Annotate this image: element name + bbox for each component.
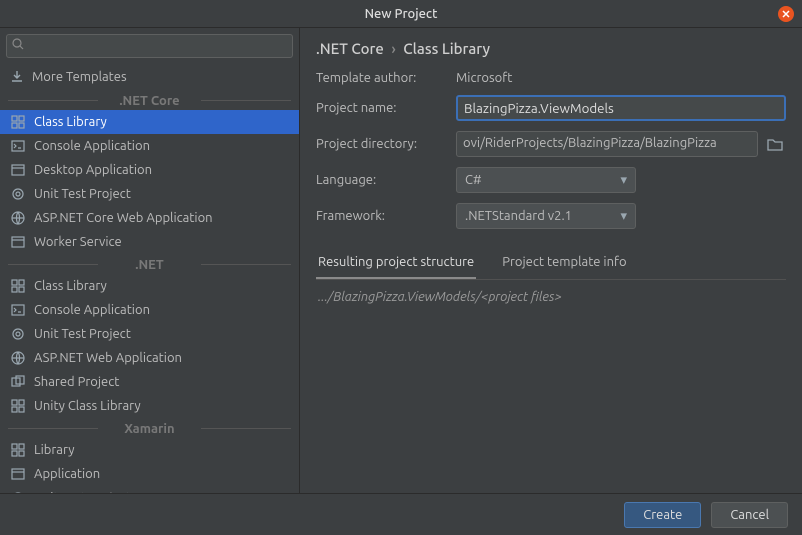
template-sidebar: More Templates .NET Core Class Library Con… xyxy=(0,28,300,493)
search-icon xyxy=(12,38,24,50)
sidebar-item-label: Console Application xyxy=(34,303,150,317)
sidebar-item-unit[interactable]: Unit Test Project xyxy=(0,182,299,206)
more-templates-link[interactable]: More Templates xyxy=(0,64,299,90)
sidebar-item-classlib[interactable]: Class Library xyxy=(0,110,299,134)
sidebar-item-label: Unit Test Project xyxy=(34,327,131,341)
target-icon xyxy=(10,490,26,493)
target-icon xyxy=(10,186,26,202)
sidebar-item-label: Unit Test Project xyxy=(34,491,131,493)
folder-icon[interactable] xyxy=(764,133,786,155)
sidebar-item-label: Unit Test Project xyxy=(34,187,131,201)
download-icon xyxy=(10,70,24,84)
more-templates-label: More Templates xyxy=(32,70,127,84)
section-header: .NET xyxy=(0,254,299,274)
project-name-label: Project name: xyxy=(316,101,456,115)
search-input[interactable] xyxy=(6,34,293,58)
sidebar-item-console2[interactable]: Console Application xyxy=(0,298,299,322)
globe-icon xyxy=(10,210,26,226)
project-dir-input[interactable]: ovi/RiderProjects/BlazingPizza/BlazingPi… xyxy=(456,131,758,157)
window-icon xyxy=(10,234,26,250)
globe-icon xyxy=(10,350,26,366)
framework-label: Framework: xyxy=(316,209,456,223)
project-dir-label: Project directory: xyxy=(316,137,456,151)
dialog-footer: Create Cancel xyxy=(0,493,802,535)
cancel-button[interactable]: Cancel xyxy=(711,502,788,528)
author-value: Microsoft xyxy=(456,71,786,85)
target-icon xyxy=(10,326,26,342)
sidebar-item-label: Unity Class Library xyxy=(34,399,141,413)
sidebar-item-label: Library xyxy=(34,443,74,457)
window-icon xyxy=(10,466,26,482)
sidebar-item-console[interactable]: Console Application xyxy=(0,134,299,158)
section-header: .NET Core xyxy=(0,90,299,110)
sidebar-item-unit2[interactable]: Unit Test Project xyxy=(0,322,299,346)
sidebar-item-xunit[interactable]: Unit Test Project xyxy=(0,486,299,493)
author-label: Template author: xyxy=(316,71,456,85)
sidebar-item-label: Shared Project xyxy=(34,375,119,389)
language-select[interactable]: C# ▾ xyxy=(456,167,636,193)
sidebar-item-label: Class Library xyxy=(34,115,107,129)
terminal-icon xyxy=(10,302,26,318)
sidebar-item-shared[interactable]: Shared Project xyxy=(0,370,299,394)
sidebar-item-unity[interactable]: Unity Class Library xyxy=(0,394,299,418)
project-name-input[interactable] xyxy=(456,95,786,121)
window-title: New Project xyxy=(365,7,438,21)
chevron-down-icon: ▾ xyxy=(620,209,627,224)
grid-icon xyxy=(10,114,26,130)
create-button[interactable]: Create xyxy=(624,502,701,528)
sidebar-item-worker[interactable]: Worker Service xyxy=(0,230,299,254)
sidebar-item-xapp[interactable]: Application xyxy=(0,462,299,486)
grid-icon xyxy=(10,278,26,294)
terminal-icon xyxy=(10,138,26,154)
breadcrumb: .NET Core › Class Library xyxy=(316,40,786,57)
window-icon xyxy=(10,162,26,178)
tab-resulting-structure[interactable]: Resulting project structure xyxy=(316,247,476,279)
sidebar-item-label: ASP.NET Core Web Application xyxy=(34,211,213,225)
titlebar: New Project xyxy=(0,0,802,28)
sidebar-item-aspnet[interactable]: ASP.NET Core Web Application xyxy=(0,206,299,230)
grid-icon xyxy=(10,398,26,414)
sidebar-item-label: Class Library xyxy=(34,279,107,293)
sidebar-item-label: Worker Service xyxy=(34,235,122,249)
section-header: Xamarin xyxy=(0,418,299,438)
chevron-down-icon: ▾ xyxy=(620,173,627,188)
framework-value: .NETStandard v2.1 xyxy=(465,209,572,223)
tab-template-info[interactable]: Project template info xyxy=(500,247,628,279)
framework-select[interactable]: .NETStandard v2.1 ▾ xyxy=(456,203,636,229)
sidebar-item-desktop[interactable]: Desktop Application xyxy=(0,158,299,182)
sidebar-item-aspnet2[interactable]: ASP.NET Web Application xyxy=(0,346,299,370)
sidebar-item-label: Console Application xyxy=(34,139,150,153)
sidebar-item-label: Desktop Application xyxy=(34,163,152,177)
result-structure-text: .../BlazingPizza.ViewModels/<project fil… xyxy=(316,280,786,493)
chevron-right-icon: › xyxy=(391,40,395,57)
grid-icon xyxy=(10,442,26,458)
sidebar-item-label: Application xyxy=(34,467,100,481)
share-icon xyxy=(10,374,26,390)
language-label: Language: xyxy=(316,173,456,187)
sidebar-item-xlib[interactable]: Library xyxy=(0,438,299,462)
sidebar-item-classlib2[interactable]: Class Library xyxy=(0,274,299,298)
breadcrumb-root: .NET Core xyxy=(316,40,384,57)
sidebar-item-label: ASP.NET Web Application xyxy=(34,351,182,365)
language-value: C# xyxy=(465,173,482,187)
breadcrumb-leaf: Class Library xyxy=(403,40,490,57)
close-icon[interactable] xyxy=(778,6,794,22)
